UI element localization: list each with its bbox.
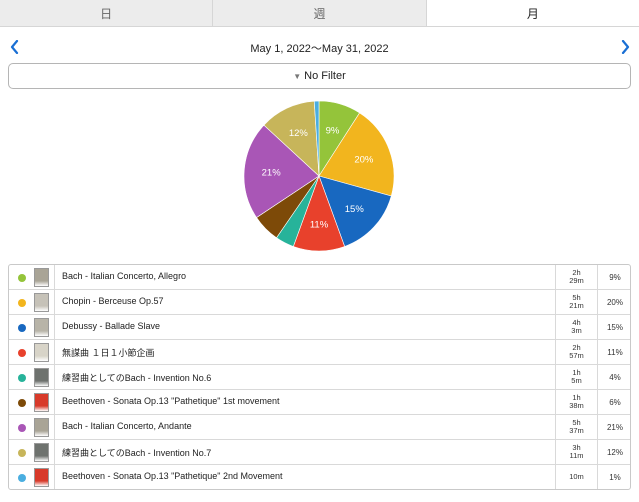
- tab-day[interactable]: 日: [0, 0, 214, 26]
- date-navigator: May 1, 2022～May 31, 2022: [0, 36, 639, 58]
- score-thumbnail: [34, 268, 49, 287]
- score-thumbnail: [34, 468, 49, 487]
- list-item[interactable]: 練習曲としてのBach - Invention No.7 3h 11m 12%: [9, 440, 630, 465]
- list-item[interactable]: Chopin - Berceuse Op.57 5h 21m 20%: [9, 290, 630, 315]
- color-dot: [18, 474, 26, 482]
- divider: [54, 390, 55, 414]
- divider: [54, 440, 55, 464]
- practice-minutes: 11m: [569, 451, 584, 460]
- score-thumbnail: [34, 293, 49, 312]
- score-thumbnail: [34, 343, 49, 362]
- practice-time: 4h 3m: [555, 315, 597, 339]
- list-item[interactable]: Beethoven - Sonata Op.13 "Pathetique" 1s…: [9, 390, 630, 415]
- practice-time: 5h 37m: [555, 415, 597, 439]
- divider: [54, 340, 55, 364]
- piece-title: Bach - Italian Concerto, Andante: [62, 421, 192, 431]
- practice-piece-list: Bach - Italian Concerto, Allegro 2h 29m 9% C…: [8, 264, 631, 490]
- list-item[interactable]: Bach - Italian Concerto, Allegro 2h 29m 9%: [9, 265, 630, 290]
- piece-title: Beethoven - Sonata Op.13 "Pathetique" 2n…: [62, 471, 283, 481]
- piece-title: Debussy - Ballade Slave: [62, 321, 161, 331]
- practice-time: 3h 11m: [555, 440, 597, 464]
- practice-minutes: 10m: [569, 472, 584, 481]
- practice-percent: 6%: [597, 390, 630, 414]
- pie-slice-label: 21%: [262, 168, 282, 179]
- list-item[interactable]: Beethoven - Sonata Op.13 "Pathetique" 2n…: [9, 465, 630, 489]
- color-dot: [18, 299, 26, 307]
- piece-title: 練習曲としてのBach - Invention No.7: [62, 448, 212, 458]
- score-thumbnail: [34, 393, 49, 412]
- practice-time: 2h 57m: [555, 340, 597, 364]
- triangle-down-icon: ▼: [293, 71, 302, 81]
- score-thumbnail: [34, 418, 49, 437]
- piece-title: 無謀曲 １日１小節企画: [62, 348, 155, 358]
- divider: [54, 415, 55, 439]
- list-item[interactable]: Debussy - Ballade Slave 4h 3m 15%: [9, 315, 630, 340]
- score-thumbnail: [34, 318, 49, 337]
- practice-minutes: 21m: [569, 301, 584, 310]
- piece-title: 練習曲としてのBach - Invention No.6: [62, 373, 212, 383]
- score-thumbnail: [34, 443, 49, 462]
- practice-time: 10m: [555, 465, 597, 489]
- color-dot: [18, 374, 26, 382]
- practice-time: 1h 5m: [555, 365, 597, 389]
- tab-month[interactable]: 月: [426, 0, 639, 26]
- practice-percent: 12%: [597, 440, 630, 464]
- practice-time: 5h 21m: [555, 290, 597, 314]
- color-dot: [18, 274, 26, 282]
- pie-slice-label: 20%: [354, 154, 374, 165]
- piece-title: Beethoven - Sonata Op.13 "Pathetique" 1s…: [62, 396, 280, 406]
- pie-slice-label: 9%: [326, 125, 340, 136]
- practice-minutes: 5m: [571, 376, 582, 385]
- practice-percent: 4%: [597, 365, 630, 389]
- pie-slice-label: 11%: [310, 220, 329, 231]
- practice-percent: 21%: [597, 415, 630, 439]
- tab-week[interactable]: 週: [213, 0, 427, 26]
- practice-time-pie-chart: 9% 20% 15% 11% 21% 12%: [243, 100, 395, 252]
- practice-minutes: 37m: [569, 426, 584, 435]
- color-dot: [18, 449, 26, 457]
- practice-time: 2h 29m: [555, 265, 597, 289]
- divider: [54, 315, 55, 339]
- filter-label: No Filter: [304, 70, 346, 82]
- divider: [54, 265, 55, 289]
- practice-time: 1h 38m: [555, 390, 597, 414]
- practice-percent: 1%: [597, 465, 630, 489]
- divider: [54, 365, 55, 389]
- practice-percent: 20%: [597, 290, 630, 314]
- piece-title: Bach - Italian Concerto, Allegro: [62, 271, 187, 281]
- pie-slice-label: 12%: [289, 128, 309, 139]
- date-range-label: May 1, 2022～May 31, 2022: [250, 43, 389, 55]
- divider: [54, 465, 55, 489]
- period-tabs: 日 週 月: [0, 0, 639, 27]
- color-dot: [18, 324, 26, 332]
- chevron-right-icon[interactable]: [617, 38, 633, 56]
- color-dot: [18, 349, 26, 357]
- practice-minutes: 57m: [569, 351, 584, 360]
- practice-percent: 15%: [597, 315, 630, 339]
- practice-minutes: 38m: [569, 401, 584, 410]
- practice-minutes: 29m: [569, 276, 584, 285]
- practice-percent: 9%: [597, 265, 630, 289]
- pie-slice-label: 15%: [345, 204, 365, 215]
- practice-percent: 11%: [597, 340, 630, 364]
- list-item[interactable]: Bach - Italian Concerto, Andante 5h 37m 21%: [9, 415, 630, 440]
- list-item[interactable]: 練習曲としてのBach - Invention No.6 1h 5m 4%: [9, 365, 630, 390]
- color-dot: [18, 399, 26, 407]
- filter-button[interactable]: ▼ No Filter: [8, 63, 631, 89]
- color-dot: [18, 424, 26, 432]
- list-item[interactable]: 無謀曲 １日１小節企画 2h 57m 11%: [9, 340, 630, 365]
- practice-minutes: 3m: [571, 326, 582, 335]
- score-thumbnail: [34, 368, 49, 387]
- piece-title: Chopin - Berceuse Op.57: [62, 296, 164, 306]
- divider: [54, 290, 55, 314]
